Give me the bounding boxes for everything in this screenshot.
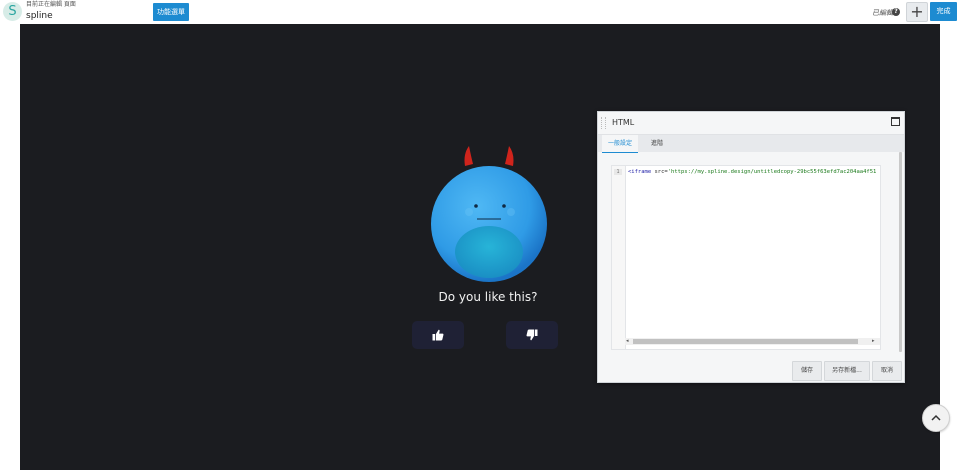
app-logo[interactable]: S — [3, 2, 22, 21]
chevron-up-icon — [931, 414, 941, 421]
save-as-button[interactable]: 另存新檔... — [824, 361, 870, 381]
maximize-icon[interactable] — [891, 117, 900, 126]
like-button[interactable] — [412, 321, 464, 349]
add-button[interactable]: + — [906, 2, 928, 22]
saved-status: 已編輯 — [872, 9, 893, 17]
thumbs-up-icon — [432, 329, 444, 341]
cancel-button[interactable]: 取消 — [872, 361, 902, 381]
modal-title: HTML — [612, 118, 635, 127]
function-menu-button[interactable]: 功能選單 — [153, 3, 189, 21]
vertical-scrollbar[interactable] — [899, 152, 902, 352]
scroll-right-icon[interactable]: ▸ — [872, 338, 875, 345]
scrollbar-thumb[interactable] — [633, 339, 858, 344]
code-string: 'https://my.spline.design/untitledcopy-2… — [667, 169, 877, 175]
code-attr: src= — [651, 169, 668, 175]
code-line[interactable]: <iframe src='https://my.spline.design/un… — [628, 169, 878, 175]
thumbs-down-icon — [526, 329, 538, 341]
horizontal-scrollbar[interactable]: ◂ ▸ — [625, 338, 880, 345]
modal-footer: 儲存 另存新檔... 取消 — [598, 358, 904, 382]
modal-header[interactable]: HTML — [598, 112, 904, 135]
save-button[interactable]: 儲存 — [792, 361, 822, 381]
tab-advanced[interactable]: 進階 — [642, 135, 672, 152]
code-tag: <iframe — [628, 169, 652, 175]
top-bar: S 目前正在編輯 頁面 spline 功能選單 已編輯 ? + 完成 — [0, 0, 960, 24]
page-name: spline — [26, 11, 53, 21]
scroll-to-top-button[interactable] — [922, 404, 950, 432]
modal-tabs: 一般設定 進階 — [598, 135, 904, 153]
editing-label: 目前正在編輯 頁面 — [26, 1, 76, 8]
drag-handle-icon[interactable] — [601, 117, 606, 129]
help-icon[interactable]: ? — [892, 8, 900, 16]
line-number: 1 — [614, 169, 622, 175]
question-text: Do you like this? — [438, 290, 538, 304]
dislike-button[interactable] — [506, 321, 558, 349]
code-editor[interactable]: 1 <iframe src='https://my.spline.design/… — [611, 165, 881, 350]
tab-general[interactable]: 一般設定 — [602, 135, 638, 153]
blue-monster-icon[interactable] — [429, 144, 549, 284]
scroll-left-icon[interactable]: ◂ — [626, 338, 629, 345]
done-button[interactable]: 完成 — [930, 2, 957, 21]
html-modal: HTML 一般設定 進階 1 <iframe src='https://my.s… — [597, 111, 905, 383]
line-gutter: 1 — [612, 166, 626, 349]
